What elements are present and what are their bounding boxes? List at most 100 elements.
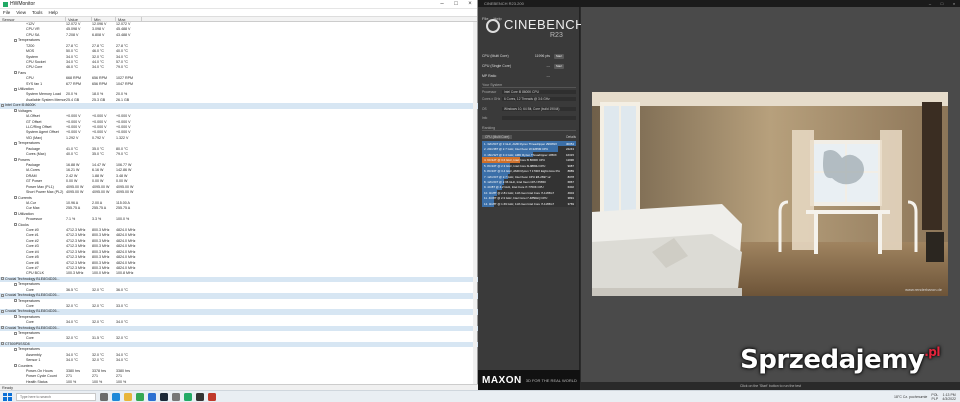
weather-widget[interactable]: 18°C Cz. pochmurnie <box>894 395 927 399</box>
menu-view[interactable]: View <box>16 10 26 15</box>
ranking-filter-select[interactable]: CPU (Multi Core) <box>482 135 513 139</box>
explorer-icon[interactable] <box>124 392 132 401</box>
render-watermark: www.renderbaron.de <box>905 287 942 292</box>
ranking-item[interactable]: 10. 4C/8T @ 2.81 GHz, 11th Gen Intel Cor… <box>482 190 576 196</box>
ranking-item[interactable]: 6. 8C/16T @ 3.4 GHz, AMD Ryzen 7 1700X E… <box>482 168 576 174</box>
test-mp-ratio: MP Ratio --- <box>482 71 576 81</box>
steam-icon[interactable] <box>160 392 168 401</box>
expand-toggle-icon[interactable] <box>14 109 17 113</box>
ranking-score: 16315 <box>565 152 574 157</box>
hwmonitor-titlebar[interactable]: HWMonitor – □ × <box>0 0 477 9</box>
test-multi-core: CPU (Multi Core) 11996 pts Start <box>482 51 576 61</box>
ranking-score: 6867 <box>567 179 574 184</box>
system-os: OS Windows 10, 64 Bit, Core (build 19044… <box>482 107 576 111</box>
cinebench-window: CINEBENCH R23.200 – □ × File Help CINEBE… <box>478 0 960 390</box>
app-icon[interactable] <box>208 392 216 401</box>
cb-close-button[interactable]: × <box>948 0 960 7</box>
expand-toggle-icon[interactable] <box>14 315 17 319</box>
kv-key: Processor <box>482 90 497 94</box>
test-label: CPU (Single Core) <box>482 64 511 68</box>
taskbar-clock[interactable]: 1:13 PM 4/3/2022 <box>942 393 956 401</box>
ranking-cpu-name: 2. 24C/48T @ 2.7 GHz, Intel Xeon W-3265M… <box>484 147 549 152</box>
ranking-details-button[interactable]: Details <box>566 135 576 139</box>
expand-toggle-icon[interactable] <box>14 212 17 216</box>
menu-file[interactable]: File <box>3 10 10 15</box>
ranking-item[interactable]: 5. 8C/16T @ 2.3 GHz, Intel Core i9-9880H… <box>482 162 576 169</box>
kv-key: OS <box>482 107 487 111</box>
minimize-button[interactable]: – <box>435 1 449 7</box>
system-processor: Processor Intel Core i5 8600K CPU <box>482 90 576 94</box>
ranking-item[interactable]: 11. 4C/8T @ 2.3 GHz, Intel Core i7-4850H… <box>482 195 576 202</box>
mail-icon[interactable] <box>148 392 156 401</box>
expand-toggle-icon[interactable] <box>1 293 4 297</box>
expand-toggle-icon[interactable] <box>1 277 4 281</box>
ranking-item[interactable]: 2. 24C/48T @ 2.7 GHz, Intel Xeon W-3265M… <box>482 146 576 152</box>
col-value[interactable]: Value <box>66 17 92 22</box>
test-label: CPU (Multi Core) <box>482 54 509 58</box>
expand-toggle-icon[interactable] <box>1 103 4 107</box>
ranking-score: 4904 <box>567 190 574 195</box>
cb-minimize-button[interactable]: – <box>924 0 936 7</box>
expand-toggle-icon[interactable] <box>14 364 17 368</box>
kv-value: Intel Core i5 8600K CPU <box>502 90 576 94</box>
col-min[interactable]: Min <box>92 17 116 22</box>
expand-toggle-icon[interactable] <box>14 331 17 335</box>
taskbar-search-box[interactable]: Type here to search <box>16 392 96 401</box>
language-indicator[interactable]: POL PLP <box>931 393 938 401</box>
ranking-item[interactable]: 1. 32C/64T @ 3 GHz, AMD Ryzen Threadripp… <box>482 141 576 147</box>
cinebench-icon[interactable] <box>196 392 204 401</box>
col-sensor[interactable]: Sensor <box>0 17 66 22</box>
cb-maximize-button[interactable]: □ <box>936 0 948 7</box>
expand-toggle-icon[interactable] <box>1 342 4 346</box>
expand-toggle-icon[interactable] <box>14 158 17 162</box>
hwmonitor-icon[interactable] <box>184 392 192 401</box>
cinebench-titlebar[interactable]: CINEBENCH R23.200 – □ × <box>478 0 960 7</box>
expand-toggle-icon[interactable] <box>1 309 4 313</box>
expand-toggle-icon[interactable] <box>14 38 17 42</box>
ranking-score: 3891 <box>567 196 574 201</box>
kv-key: Info <box>482 116 488 120</box>
ranking-score: 9087 <box>567 163 574 168</box>
expand-toggle-icon[interactable] <box>1 326 4 330</box>
menu-help[interactable]: Help <box>48 10 57 15</box>
ranking-cpu-name: 7. 12C/24T @ 2.7 GHz, Intel Xeon CPU E5-… <box>484 174 551 179</box>
settings-icon[interactable] <box>172 392 180 401</box>
ranking-item[interactable]: 3. 16C/32T @ 3.4 GHz, AMD Ryzen Threadri… <box>482 151 576 158</box>
kv-key: Cores x GHz <box>482 97 501 101</box>
expand-toggle-icon[interactable] <box>14 223 17 227</box>
chrome-icon[interactable] <box>136 392 144 401</box>
maxon-tagline: 3D FOR THE REAL WORLD <box>525 377 577 383</box>
system-section-title: Your System <box>482 83 576 88</box>
kv-value: Windows 10, 64 Bit, Core (build 19044) <box>502 107 576 111</box>
start-multi-core-button[interactable]: Start <box>554 53 564 59</box>
start-single-core-button[interactable]: Start <box>554 63 564 69</box>
expand-toggle-icon[interactable] <box>14 347 17 351</box>
col-max[interactable]: Max <box>116 17 142 22</box>
expand-toggle-icon[interactable] <box>14 196 17 200</box>
close-button[interactable]: × <box>463 1 477 7</box>
expand-toggle-icon[interactable] <box>14 299 17 303</box>
taskbar: Type here to search 18°C Cz. pochmurnie … <box>0 390 960 402</box>
ranking-score: 8378 <box>567 174 574 179</box>
ranking-item[interactable]: 8. 12C/24T @ 2.66 GHz, Intel Xeon CPU X5… <box>482 179 576 185</box>
expand-toggle-icon[interactable] <box>14 87 17 91</box>
kv-value[interactable] <box>502 116 576 120</box>
task-view-icon[interactable] <box>100 392 108 401</box>
ranking-item[interactable]: 7. 12C/24T @ 2.7 GHz, Intel Xeon CPU E5-… <box>482 173 576 180</box>
maximize-button[interactable]: □ <box>449 1 463 7</box>
ranking-list: 1. 32C/64T @ 3 GHz, AMD Ryzen Threadripp… <box>482 141 576 207</box>
ranking-item[interactable]: 4. 6C/12T @ 3.6 GHz, Intel Core i5 8600K… <box>482 157 576 163</box>
expand-toggle-icon[interactable] <box>14 71 17 75</box>
edge-icon[interactable] <box>112 392 120 401</box>
expand-toggle-icon[interactable] <box>14 141 17 145</box>
ranking-cpu-name: 5. 8C/16T @ 2.3 GHz, Intel Core i9-9880H… <box>484 163 546 168</box>
sensor-scrollbar[interactable] <box>473 22 477 384</box>
ranking-score: 6302 <box>567 185 574 190</box>
taskbar-pinned-apps <box>96 392 216 401</box>
start-button[interactable] <box>2 392 12 402</box>
ranking-item[interactable]: 9. 4C/8T @ 4.2 GHz, Intel Core i7-7700K … <box>482 184 576 191</box>
menu-tools[interactable]: Tools <box>32 10 43 15</box>
ranking-item[interactable]: 12. 4C/8T @ 1.69 GHz, 11th Gen Intel Cor… <box>482 201 576 207</box>
expand-toggle-icon[interactable] <box>14 282 17 286</box>
hwmonitor-app-icon <box>3 1 8 7</box>
